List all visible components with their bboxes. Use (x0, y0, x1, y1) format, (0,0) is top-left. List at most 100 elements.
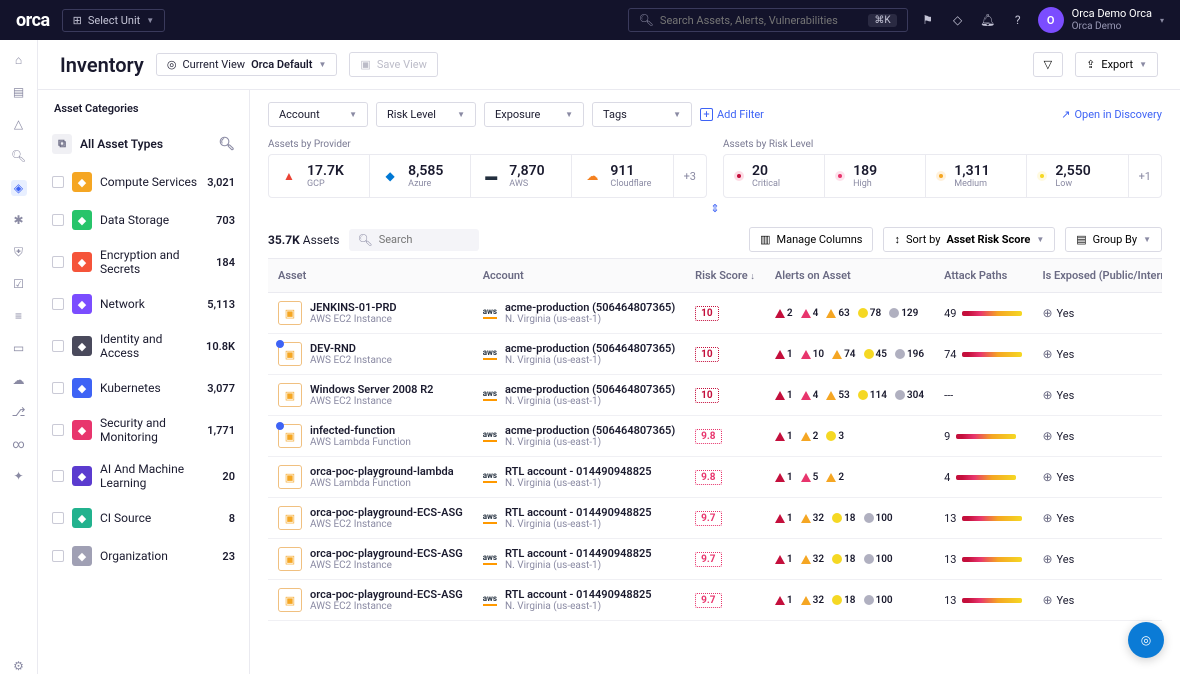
checkbox[interactable] (52, 382, 64, 394)
sidebar-item[interactable]: ◆ Encryption and Secrets 184 (46, 239, 241, 285)
column-header[interactable]: Attack Paths (934, 259, 1032, 293)
rail-home-icon[interactable]: ⌂ (11, 52, 27, 68)
filter-select[interactable]: Tags▼ (592, 102, 692, 127)
flag-icon[interactable]: ⚑ (920, 12, 936, 28)
rail-cloud-icon[interactable]: ☁ (11, 372, 27, 388)
checkbox[interactable] (52, 176, 64, 188)
rail-list-icon[interactable]: ≡ (11, 308, 27, 324)
provider-card[interactable]: ▲ 17.7KGCP (269, 155, 370, 197)
rail-search-icon[interactable]: 🔍︎ (11, 148, 27, 164)
med-icon (826, 473, 836, 482)
sidebar-item-all[interactable]: ⧉ All Asset Types 🔍︎ (46, 125, 241, 163)
checkbox[interactable] (52, 424, 64, 436)
rail-gear2-icon[interactable]: ✱ (11, 212, 27, 228)
table-row[interactable]: ▣ orca-poc-playground-lambdaAWS Lambda F… (268, 457, 1162, 498)
open-discovery-link[interactable]: ↗ Open in Discovery (1061, 108, 1162, 121)
filter-select[interactable]: Risk Level▼ (376, 102, 476, 127)
global-search-input[interactable] (660, 14, 862, 27)
column-header[interactable]: Risk Score ↓ (685, 259, 765, 293)
risk-card[interactable]: 20Critical (724, 155, 825, 197)
export-button[interactable]: ⇪ Export ▼ (1075, 52, 1158, 77)
sidebar-item[interactable]: ◆ Data Storage 703 (46, 201, 241, 239)
rail-branch-icon[interactable]: ⎇ (11, 404, 27, 420)
checkbox[interactable] (52, 256, 64, 268)
risks-more[interactable]: +1 (1129, 155, 1161, 197)
checkbox[interactable] (52, 470, 64, 482)
risk-card[interactable]: 2,550Low (1027, 155, 1128, 197)
global-search[interactable]: 🔍︎ ⌘K (628, 8, 908, 32)
rail-graph-icon[interactable]: ✦ (11, 468, 27, 484)
checkbox[interactable] (52, 512, 64, 524)
rail-check-icon[interactable]: ☑ (11, 276, 27, 292)
low-icon (832, 554, 842, 564)
provider-card[interactable]: ▬ 7,870AWS (471, 155, 572, 197)
risk-value: 20 (752, 163, 780, 179)
rail-dash-icon[interactable]: ▤ (11, 84, 27, 100)
sidebar-item[interactable]: ◆ Compute Services 3,021 (46, 163, 241, 201)
select-unit-label: Select Unit (88, 14, 140, 27)
sidebar-item[interactable]: ◆ CI Source 8 (46, 499, 241, 537)
table-row[interactable]: ▣ DEV-RNDAWS EC2 Instance aws acme-produ… (268, 334, 1162, 375)
filter-select[interactable]: Account▼ (268, 102, 368, 127)
table-row[interactable]: ▣ orca-poc-playground-ECS-ASGAWS EC2 Ins… (268, 498, 1162, 539)
sidebar-item[interactable]: ◆ AI And Machine Learning 20 (46, 453, 241, 499)
account-name: acme-production (506464807365) (505, 424, 675, 437)
column-header[interactable]: Is Exposed (Public/Internet) (1032, 259, 1162, 293)
asset-name: orca-poc-playground-ECS-ASG (310, 547, 463, 560)
risk-card[interactable]: 1,311Medium (926, 155, 1027, 197)
risk-card[interactable]: 189High (825, 155, 926, 197)
table-search[interactable]: 🔍︎ (349, 229, 479, 251)
checkbox[interactable] (52, 214, 64, 226)
rail-inventory-icon[interactable]: ◈ (11, 180, 27, 196)
column-header[interactable]: Alerts on Asset (765, 259, 934, 293)
table-row[interactable]: ▣ Windows Server 2008 R2AWS EC2 Instance… (268, 375, 1162, 416)
help-fab[interactable]: ◎ (1128, 622, 1164, 658)
checkbox[interactable] (52, 550, 64, 562)
sidebar-item[interactable]: ◆ Identity and Access 10.8K (46, 323, 241, 369)
table-search-input[interactable] (379, 233, 472, 246)
sidebar-item[interactable]: ◆ Network 5,113 (46, 285, 241, 323)
search-icon[interactable]: 🔍︎ (218, 137, 235, 152)
category-count: 703 (216, 214, 235, 227)
rail-db-icon[interactable]: ▭ (11, 340, 27, 356)
provider-card[interactable]: ◆ 8,585Azure (370, 155, 471, 197)
target-icon: ◎ (167, 58, 177, 71)
table-row[interactable]: ▣ orca-poc-playground-ECS-ASGAWS EC2 Ins… (268, 539, 1162, 580)
rail-shield-icon[interactable]: ⛨ (11, 244, 27, 260)
asset-subtype: AWS EC2 Instance (310, 355, 392, 366)
sidebar-item[interactable]: ◆ Organization 23 (46, 537, 241, 575)
sidebar-item[interactable]: ◆ Kubernetes 3,077 (46, 369, 241, 407)
help-icon[interactable]: ? (1010, 12, 1026, 28)
rail-infinity-icon[interactable]: ∞ (11, 436, 27, 452)
filter-select[interactable]: Exposure▼ (484, 102, 584, 127)
view-selector[interactable]: ◎ Current View Orca Default ▼ (156, 53, 338, 76)
sidebar-item[interactable]: ◆ Security and Monitoring 1,771 (46, 407, 241, 453)
provider-card[interactable]: ☁ 911Cloudflare (572, 155, 673, 197)
collapse-handle[interactable]: ⇕ (268, 200, 1162, 217)
filter-button[interactable]: ▽ (1033, 52, 1063, 77)
rail-settings-icon[interactable]: ⚙ (11, 658, 27, 674)
column-header[interactable]: Asset (268, 259, 473, 293)
checkbox[interactable] (52, 298, 64, 310)
add-filter-button[interactable]: + Add Filter (700, 108, 764, 121)
asset-subtype: AWS Lambda Function (310, 437, 411, 448)
rail-alert-icon[interactable]: △ (11, 116, 27, 132)
providers-more[interactable]: +3 (674, 155, 706, 197)
asset-name: orca-poc-playground-ECS-ASG (310, 588, 463, 601)
save-view-button[interactable]: ▣ Save View (349, 52, 437, 77)
announce-icon[interactable]: ◇ (950, 12, 966, 28)
table-row[interactable]: ▣ JENKINS-01-PRDAWS EC2 Instance aws acm… (268, 293, 1162, 334)
select-unit-button[interactable]: ⊞ Select Unit ▼ (62, 9, 166, 32)
sort-button[interactable]: ↕ Sort by Asset Risk Score ▼ (883, 227, 1055, 252)
category-label: Identity and Access (100, 332, 198, 360)
info-icon (864, 595, 874, 605)
user-menu[interactable]: O Orca Demo Orca Orca Demo ▾ (1038, 7, 1164, 33)
group-by-button[interactable]: ▤ Group By ▼ (1065, 227, 1162, 252)
account-name: acme-production (506464807365) (505, 383, 675, 396)
table-row[interactable]: ▣ infected-functionAWS Lambda Function a… (268, 416, 1162, 457)
manage-columns-button[interactable]: ▥ Manage Columns (749, 227, 873, 252)
bell-icon[interactable]: 🔔︎ (980, 12, 996, 28)
column-header[interactable]: Account (473, 259, 685, 293)
checkbox[interactable] (52, 340, 64, 352)
table-row[interactable]: ▣ orca-poc-playground-ECS-ASGAWS EC2 Ins… (268, 580, 1162, 621)
